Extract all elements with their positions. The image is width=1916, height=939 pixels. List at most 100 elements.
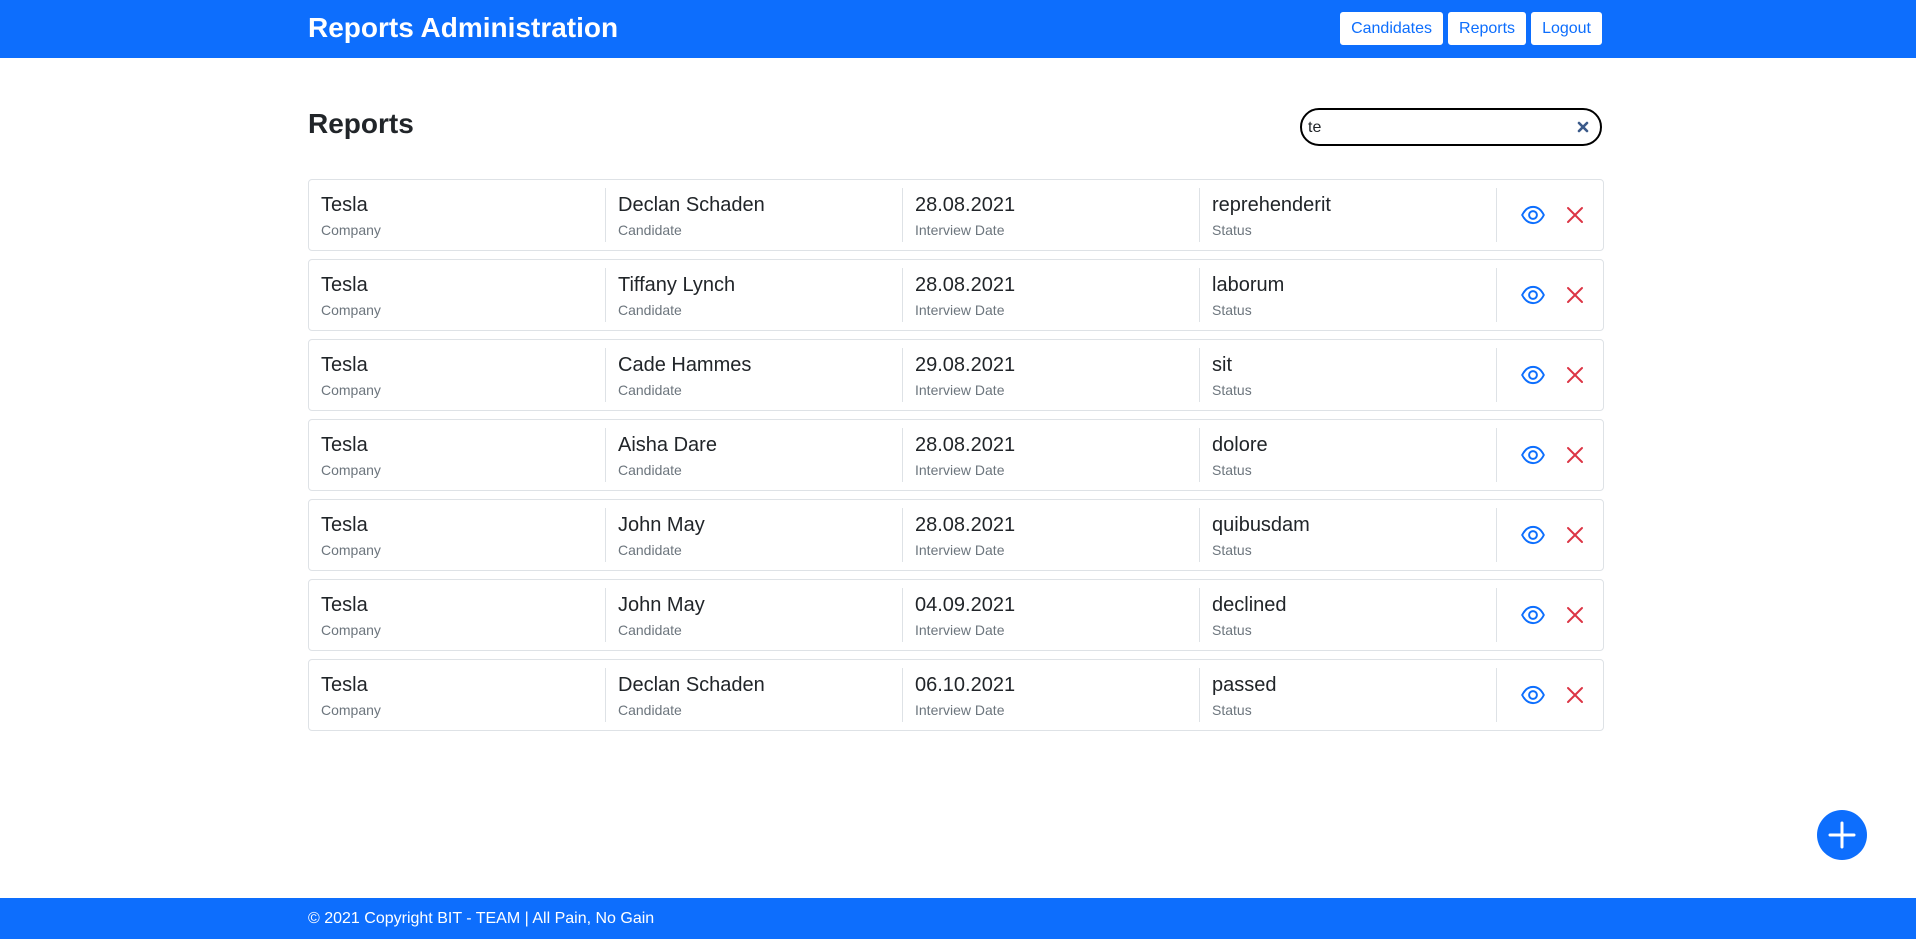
report-actions	[1497, 500, 1603, 570]
close-icon[interactable]	[1561, 441, 1589, 469]
report-interview-date-cell: 28.08.2021 Interview Date	[903, 420, 1200, 490]
report-row: Tesla Company Aisha Dare Candidate 28.08.202…	[308, 419, 1604, 491]
close-icon[interactable]	[1561, 681, 1589, 709]
report-candidate-label: Candidate	[618, 222, 682, 238]
report-status-value: reprehenderit	[1212, 194, 1331, 216]
report-candidate-cell: John May Candidate	[606, 580, 903, 650]
eye-icon[interactable]	[1519, 441, 1547, 469]
report-status-label: Status	[1212, 542, 1252, 558]
report-company-label: Company	[321, 702, 381, 718]
footer: © 2021 Copyright BIT - TEAM | All Pain, …	[0, 898, 1916, 939]
report-status-cell: reprehenderit Status	[1200, 180, 1497, 250]
report-interview-date-value: 28.08.2021	[915, 194, 1016, 216]
report-candidate-label: Candidate	[618, 622, 682, 638]
report-candidate-cell: Aisha Dare Candidate	[606, 420, 903, 490]
report-company-cell: Tesla Company	[309, 500, 606, 570]
report-actions	[1497, 420, 1603, 490]
report-company-cell: Tesla Company	[309, 340, 606, 410]
report-status-label: Status	[1212, 702, 1252, 718]
report-candidate-label: Candidate	[618, 302, 682, 318]
report-candidate-label: Candidate	[618, 382, 682, 398]
plus-icon	[1828, 821, 1856, 849]
clear-search-icon[interactable]	[1574, 118, 1592, 136]
report-company-label: Company	[321, 462, 381, 478]
report-interview-date-cell: 04.09.2021 Interview Date	[903, 580, 1200, 650]
report-interview-date-label: Interview Date	[915, 542, 1005, 558]
report-candidate-value: Declan Schaden	[618, 674, 765, 696]
report-status-label: Status	[1212, 622, 1252, 638]
close-icon[interactable]	[1561, 361, 1589, 389]
report-list: Tesla Company Declan Schaden Candidate 28.08…	[308, 179, 1604, 739]
eye-icon[interactable]	[1519, 521, 1547, 549]
report-interview-date-label: Interview Date	[915, 222, 1005, 238]
report-status-value: quibusdam	[1212, 514, 1310, 536]
report-interview-date-value: 28.08.2021	[915, 274, 1016, 296]
search-box	[1300, 108, 1602, 146]
report-candidate-value: Tiffany Lynch	[618, 274, 736, 296]
report-company-cell: Tesla Company	[309, 660, 606, 730]
eye-icon[interactable]	[1519, 601, 1547, 629]
report-interview-date-cell: 28.08.2021 Interview Date	[903, 260, 1200, 330]
eye-icon[interactable]	[1519, 281, 1547, 309]
eye-icon[interactable]	[1519, 201, 1547, 229]
report-interview-date-cell: 28.08.2021 Interview Date	[903, 180, 1200, 250]
report-status-cell: declined Status	[1200, 580, 1497, 650]
report-company-value: Tesla	[321, 274, 368, 296]
top-navbar: Reports Administration Candidates Report…	[0, 0, 1916, 58]
report-status-value: laborum	[1212, 274, 1285, 296]
candidates-nav-button[interactable]: Candidates	[1339, 11, 1445, 46]
report-interview-date-label: Interview Date	[915, 382, 1005, 398]
report-status-label: Status	[1212, 302, 1252, 318]
report-actions	[1497, 660, 1603, 730]
report-interview-date-value: 29.08.2021	[915, 354, 1016, 376]
report-candidate-value: John May	[618, 514, 705, 536]
page-title: Reports	[308, 108, 414, 139]
report-candidate-label: Candidate	[618, 702, 682, 718]
logout-button[interactable]: Logout	[1530, 11, 1603, 46]
reports-nav-button[interactable]: Reports	[1447, 11, 1528, 46]
report-interview-date-label: Interview Date	[915, 462, 1005, 478]
close-icon[interactable]	[1561, 601, 1589, 629]
report-status-cell: quibusdam Status	[1200, 500, 1497, 570]
report-interview-date-cell: 06.10.2021 Interview Date	[903, 660, 1200, 730]
report-interview-date-value: 28.08.2021	[915, 434, 1016, 456]
close-icon[interactable]	[1561, 281, 1589, 309]
report-actions	[1497, 580, 1603, 650]
report-interview-date-value: 04.09.2021	[915, 594, 1016, 616]
report-row: Tesla Company Declan Schaden Candidate 06.10…	[308, 659, 1604, 731]
report-interview-date-value: 28.08.2021	[915, 514, 1016, 536]
report-company-label: Company	[321, 622, 381, 638]
report-candidate-cell: John May Candidate	[606, 500, 903, 570]
report-candidate-cell: Declan Schaden Candidate	[606, 180, 903, 250]
report-row: Tesla Company Cade Hammes Candidate 29.08.20…	[308, 339, 1604, 411]
report-interview-date-label: Interview Date	[915, 702, 1005, 718]
report-company-value: Tesla	[321, 434, 368, 456]
report-status-cell: passed Status	[1200, 660, 1497, 730]
report-company-value: Tesla	[321, 514, 368, 536]
report-status-label: Status	[1212, 462, 1252, 478]
report-candidate-value: John May	[618, 594, 705, 616]
report-company-value: Tesla	[321, 674, 368, 696]
report-company-label: Company	[321, 222, 381, 238]
close-icon[interactable]	[1561, 521, 1589, 549]
close-icon[interactable]	[1561, 201, 1589, 229]
eye-icon[interactable]	[1519, 681, 1547, 709]
add-report-button[interactable]	[1817, 810, 1867, 860]
report-status-value: sit	[1212, 354, 1232, 376]
report-row: Tesla Company Tiffany Lynch Candidate 28.08.…	[308, 259, 1604, 331]
eye-icon[interactable]	[1519, 361, 1547, 389]
report-interview-date-cell: 28.08.2021 Interview Date	[903, 500, 1200, 570]
report-status-cell: dolore Status	[1200, 420, 1497, 490]
report-candidate-cell: Declan Schaden Candidate	[606, 660, 903, 730]
search-input[interactable]	[1308, 116, 1568, 140]
nav-buttons: Candidates Reports Logout	[1339, 11, 1603, 46]
report-status-value: dolore	[1212, 434, 1268, 456]
report-company-cell: Tesla Company	[309, 260, 606, 330]
report-company-label: Company	[321, 542, 381, 558]
report-status-label: Status	[1212, 382, 1252, 398]
report-candidate-label: Candidate	[618, 542, 682, 558]
report-company-cell: Tesla Company	[309, 580, 606, 650]
app-title: Reports Administration	[308, 12, 619, 43]
report-status-label: Status	[1212, 222, 1252, 238]
report-company-cell: Tesla Company	[309, 180, 606, 250]
